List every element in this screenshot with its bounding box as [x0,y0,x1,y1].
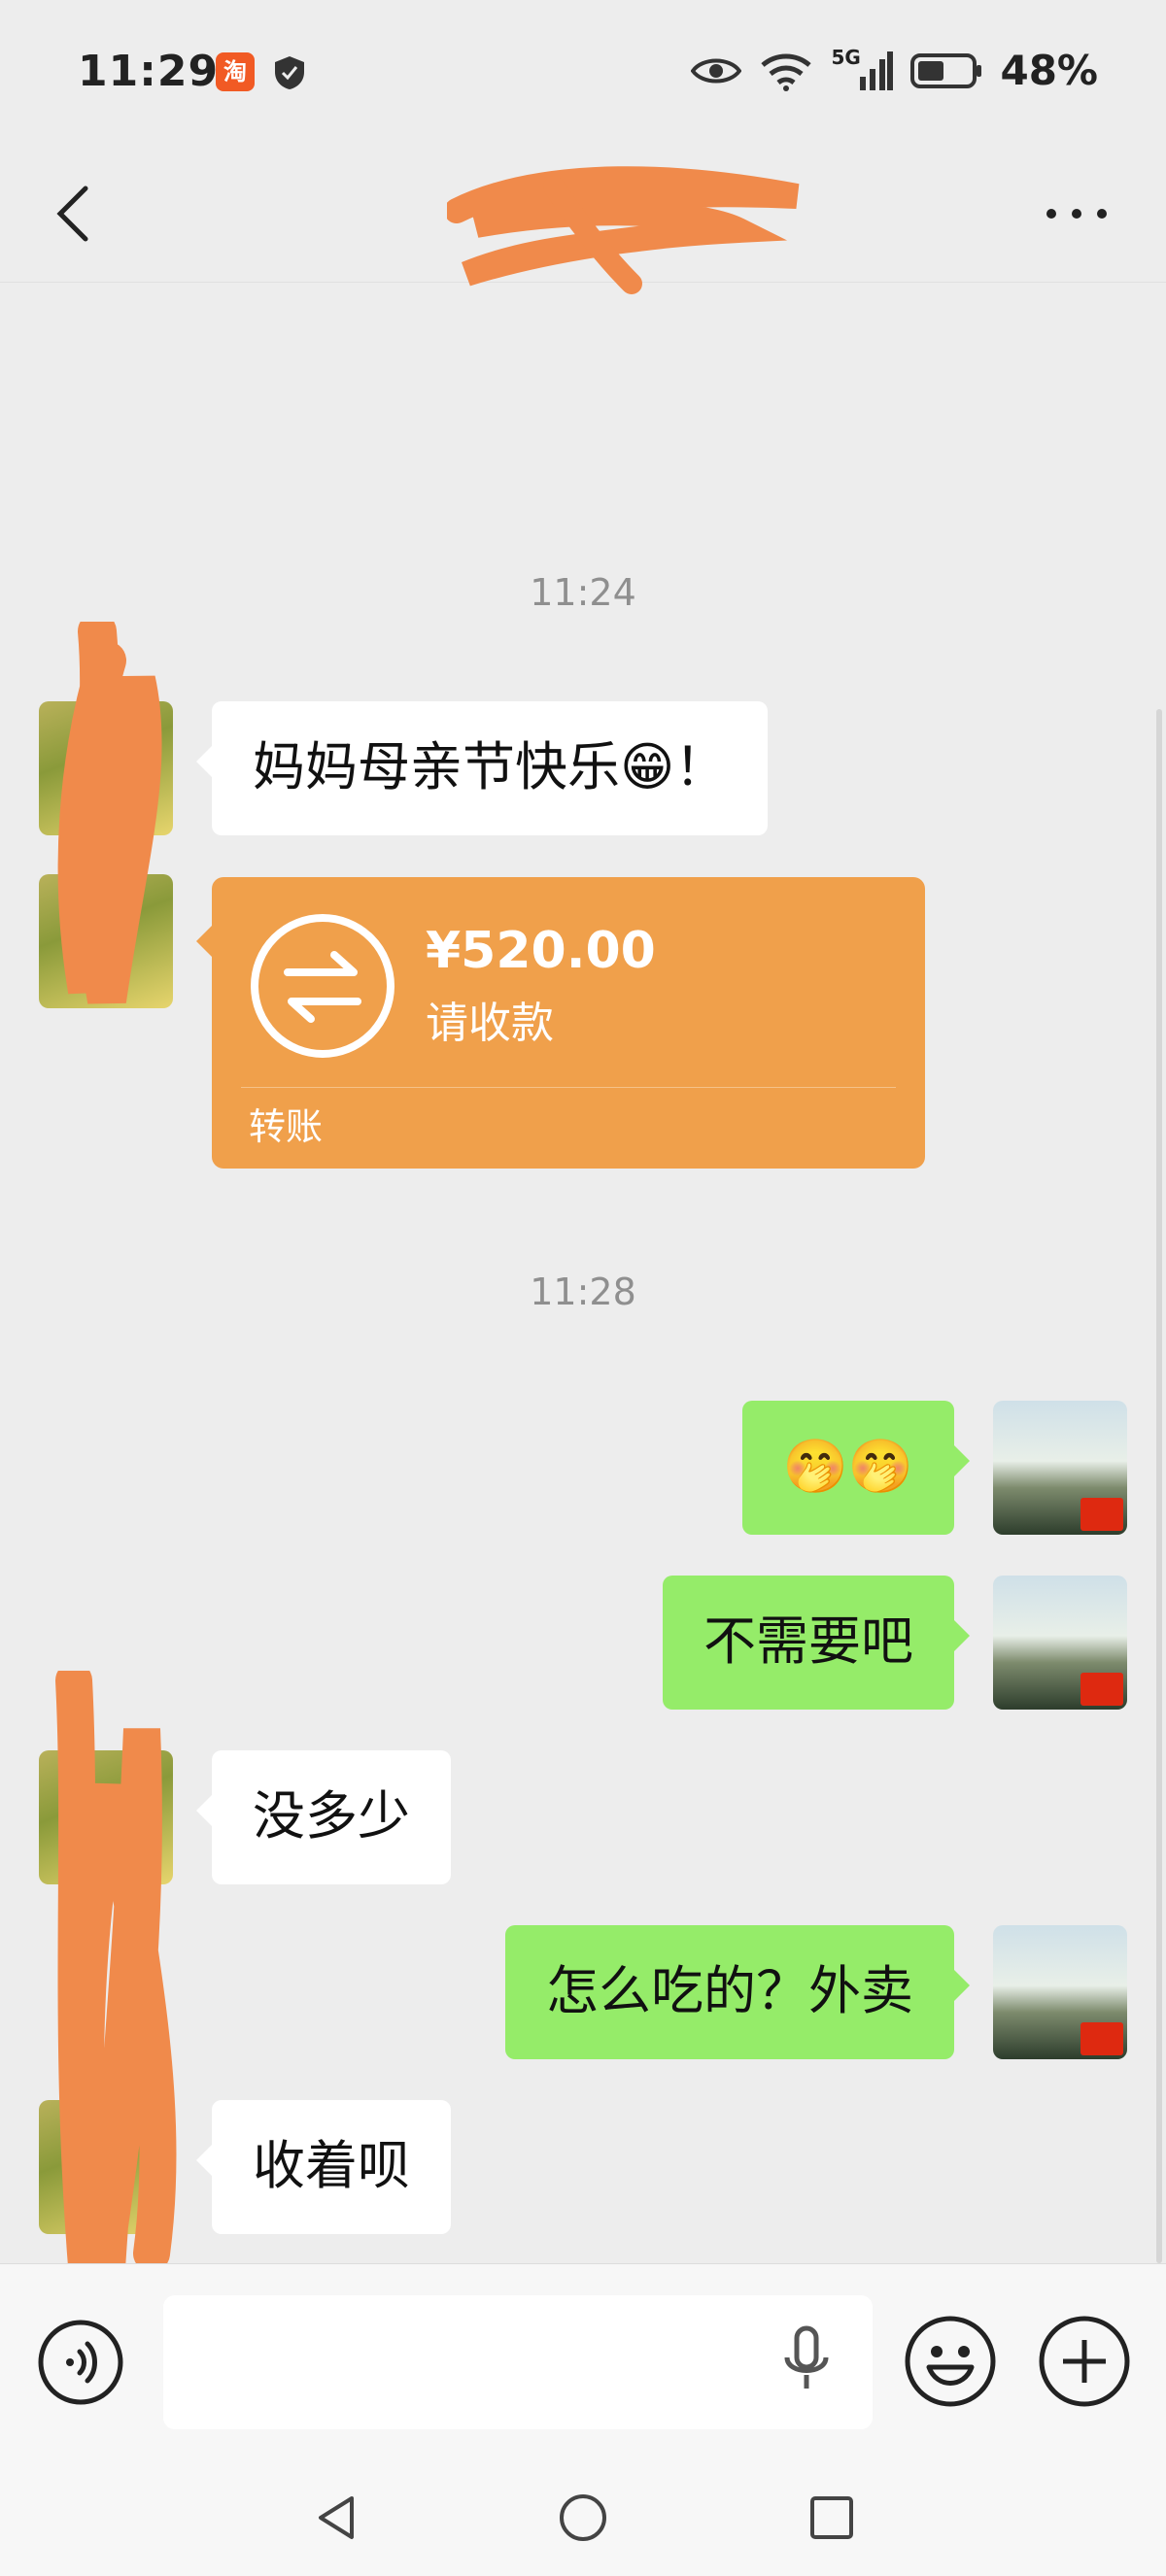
system-nav-bar [0,2457,1166,2576]
wifi-icon [761,53,812,91]
message-bubble-incoming[interactable]: 没多少 [196,1750,451,1884]
transfer-arrows-icon [251,914,394,1058]
input-bar [0,2263,1166,2458]
avatar-contact[interactable] [39,701,173,835]
chevron-left-icon[interactable] [47,175,105,253]
avatar-self[interactable] [993,1925,1127,2059]
more-dots-icon[interactable] [1038,194,1115,233]
avatar-contact[interactable] [39,1750,173,1884]
transfer-label: 转账 [249,1105,324,1148]
flag-icon [1080,1498,1123,1531]
avatar-contact[interactable] [39,874,173,1008]
flag-icon [1080,1673,1123,1706]
eye-icon [691,58,742,83]
message-bubble-outgoing[interactable]: 不需要吧 [663,1576,970,1710]
nav-recent-icon[interactable] [803,2489,861,2547]
signal-icon: 5G [831,46,894,92]
status-right-group: 5G 48% [691,46,1098,94]
nav-home-icon[interactable] [554,2489,612,2547]
status-time: 11:29 [78,47,220,96]
flag-icon [1080,2022,1123,2055]
taobao-icon: 淘 [216,52,255,91]
message-bubble-incoming[interactable]: 妈妈母亲节快乐😁！ [195,701,769,835]
chat-header [0,146,1166,294]
message-bubble-outgoing[interactable]: 🤭🤭 [741,1401,971,1535]
message-input[interactable] [163,2295,873,2429]
scrollbar[interactable] [1156,709,1162,2263]
status-bar: 11:29 淘 5G 48% [0,0,1166,146]
chat-timestamp: 11:28 [530,1271,636,1313]
battery-percent: 48% [1000,47,1098,94]
transfer-note: 请收款 [426,999,554,1048]
avatar-contact[interactable] [39,2100,173,2234]
voice-icon[interactable] [37,2319,124,2406]
transfer-amount: ¥520.00 [426,922,656,980]
mic-icon[interactable] [777,2321,836,2398]
battery-icon [910,52,982,88]
avatar-self[interactable] [993,1401,1127,1535]
shield-icon [275,56,304,89]
message-bubble-outgoing[interactable]: 怎么吃的？外卖 [505,1925,970,2059]
avatar-self[interactable] [993,1576,1127,1710]
nav-back-icon[interactable] [307,2489,365,2547]
message-bubble-incoming[interactable]: 收着呗 [196,2100,451,2234]
emoji-icon[interactable] [904,2315,997,2408]
chat-timestamp: 11:24 [530,571,636,614]
transfer-divider [241,1087,896,1088]
plus-icon[interactable] [1038,2315,1131,2408]
transfer-card[interactable]: ¥520.00 请收款 转账 [196,877,925,1169]
redaction-scribble [447,166,800,294]
